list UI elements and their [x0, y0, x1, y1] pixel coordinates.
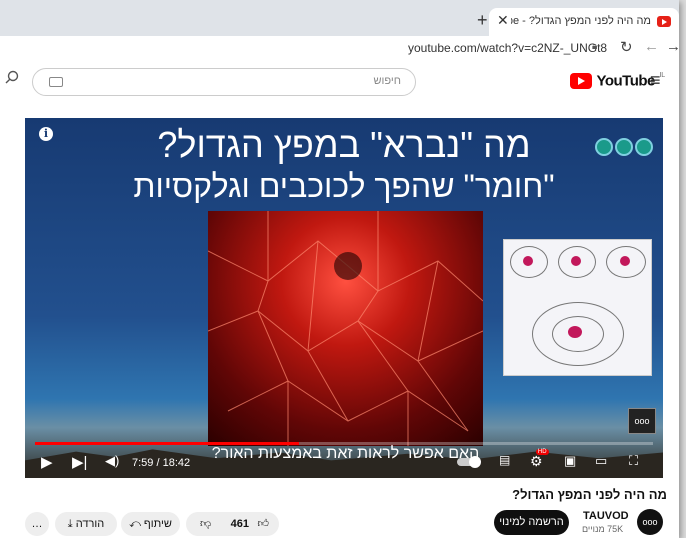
player-controls: ▶ ▶︎| ◀︎) 7:59 / 18:42 ▤ ⚙ HD ▣ ▭ ⛶ — [25, 448, 663, 478]
video-player[interactable]: i מה "נברא" במפץ הגדול? "חומר" שהפך לכוכ… — [25, 118, 663, 478]
atom-diagram-image — [503, 239, 652, 376]
video-title: מה היה לפני המפץ הגדול? — [512, 487, 667, 502]
browser-tab[interactable]: מה היה לפני המפץ הגדול? - YouTube ✕ — [489, 8, 679, 36]
keyboard-icon[interactable] — [49, 77, 63, 87]
more-actions-button[interactable]: … — [25, 512, 49, 536]
like-count[interactable]: 461 — [231, 512, 249, 536]
search-placeholder: חיפוש — [373, 75, 401, 87]
tab-title: מה היה לפני המפץ הגדול? - YouTube — [511, 15, 651, 27]
quality-badge: HD — [535, 449, 549, 455]
settings-gear-icon[interactable]: ⚙ HD — [530, 449, 549, 470]
fullscreen-icon[interactable]: ⛶ — [629, 453, 638, 469]
menu-icon[interactable]: ≡ — [650, 70, 661, 91]
tab-strip: + מה היה לפני המפץ הגדול? - YouTube ✕ — [0, 0, 679, 36]
address-bar: youtube.com/watch?v=c2NZ-_UNGt8 🔒︎ ↻ ← → — [0, 36, 679, 63]
next-icon[interactable]: ▶︎| — [72, 453, 87, 471]
youtube-favicon-icon — [657, 16, 671, 27]
subtitles-icon[interactable]: ▤ — [499, 453, 510, 467]
cosmic-web-image: האם אפשר לראות זאת באמצעות האור? — [208, 211, 483, 462]
youtube-header: חיפוש YouTube IL ≡ — [0, 62, 679, 102]
share-icon: ⤺ — [129, 518, 141, 530]
dislike-icon[interactable]: 👎︎ — [200, 512, 211, 536]
channel-watermark[interactable]: ooo — [628, 408, 656, 434]
reload-icon[interactable]: ↻ — [620, 38, 633, 56]
back-arrow-icon[interactable]: ← — [644, 38, 659, 55]
download-icon: ⤓ — [67, 518, 73, 530]
time-display: 7:59 / 18:42 — [132, 457, 191, 469]
progress-fill — [35, 442, 299, 445]
video-slide-title: מה "נברא" במפץ הגדול? — [157, 124, 531, 165]
volume-icon[interactable]: ◀︎) — [105, 453, 119, 469]
search-input[interactable]: חיפוש — [32, 68, 416, 96]
video-slide-subtitle: "חומר" שהפך לכוכבים וגלקסיות — [133, 168, 555, 204]
download-button[interactable]: הורדה ⤓ — [55, 512, 117, 536]
youtube-play-icon — [570, 72, 592, 89]
search-icon[interactable] — [0, 70, 30, 94]
autoplay-toggle[interactable] — [457, 456, 481, 468]
channel-name[interactable]: TAUVOD — [583, 510, 629, 522]
tab-close-icon[interactable]: ✕ — [497, 12, 509, 29]
slide-logo — [593, 138, 653, 161]
youtube-wordmark: YouTube — [596, 72, 655, 90]
browser-window: + מה היה לפני המפץ הגדול? - YouTube ✕ yo… — [0, 0, 679, 538]
url-field[interactable]: youtube.com/watch?v=c2NZ-_UNGt8 — [408, 41, 607, 55]
play-icon[interactable]: ▶ — [41, 453, 53, 471]
download-label: הורדה — [75, 518, 105, 530]
like-dislike-group: 461 👍︎ 👎︎ — [186, 512, 279, 536]
channel-avatar[interactable]: ooo — [637, 509, 663, 535]
lock-icon[interactable]: 🔒︎ — [592, 41, 597, 52]
like-icon[interactable]: 👍︎ — [258, 512, 270, 536]
subscribe-button[interactable]: הרשמה למינוי — [494, 510, 569, 535]
new-tab-button[interactable]: + — [477, 10, 488, 31]
subscriber-count: 75K מנויים — [582, 524, 624, 534]
share-button[interactable]: שיתוף ⤺ — [121, 512, 180, 536]
share-label: שיתוף — [143, 518, 172, 530]
progress-bar[interactable] — [35, 442, 653, 445]
forward-arrow-icon[interactable]: → — [666, 38, 679, 55]
miniplayer-icon[interactable]: ▣ — [564, 453, 576, 469]
theater-mode-icon[interactable]: ▭ — [595, 453, 607, 469]
